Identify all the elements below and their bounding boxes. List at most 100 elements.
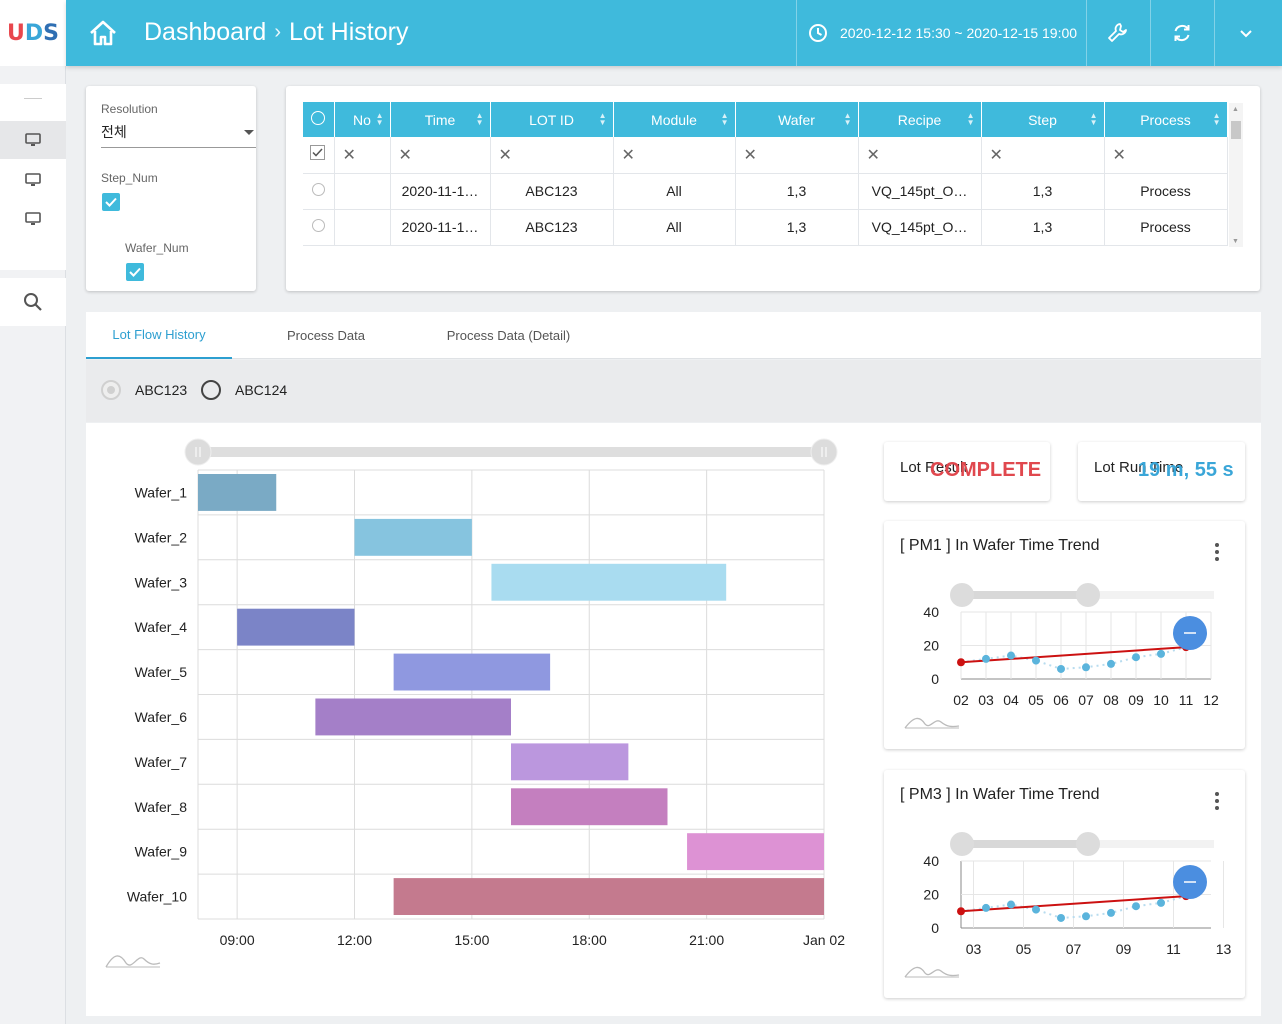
step-num-checkbox[interactable] <box>102 193 120 211</box>
y-tick-label: 20 <box>923 638 939 654</box>
clear-filter-icon[interactable]: ✕ <box>1104 137 1228 174</box>
cell-module: All <box>613 173 736 210</box>
column-header[interactable]: Recipe ▲ ▼ <box>858 102 982 137</box>
cell-step: 1,3 <box>981 173 1105 210</box>
scroll-up-icon[interactable]: ▲ <box>1232 106 1239 113</box>
data-point <box>1032 905 1040 914</box>
filter-row: ✕ ✕ ✕ ✕ ✕ ✕ ✕ ✕ <box>303 137 1228 174</box>
sort-icon[interactable]: ▲ ▼ <box>967 112 975 127</box>
sort-icon[interactable]: ▲ ▼ <box>844 112 852 127</box>
y-tick-label: 0 <box>931 920 939 936</box>
gantt-bar[interactable] <box>237 608 355 646</box>
column-header[interactable]: Time ▲ ▼ <box>390 102 491 137</box>
search-button[interactable] <box>0 283 66 321</box>
clear-filter-icon[interactable]: ✕ <box>981 137 1105 174</box>
column-header[interactable]: No ▲ ▼ <box>334 102 391 137</box>
cell-process: Process <box>1104 173 1228 210</box>
clear-filter-icon[interactable]: ✕ <box>334 137 391 174</box>
menu-dropdown-button[interactable] <box>1214 0 1278 66</box>
filter-checkbox[interactable] <box>303 137 335 174</box>
cell-recipe: VQ_145pt_O… <box>858 209 982 246</box>
select-all-radio[interactable] <box>303 102 335 137</box>
clear-filter-icon[interactable]: ✕ <box>735 137 859 174</box>
lot-option-abc124[interactable]: ABC124 <box>201 380 287 400</box>
wafer-num-checkbox[interactable] <box>126 263 144 281</box>
scroll-down-icon[interactable]: ▼ <box>1232 238 1239 245</box>
cell-module: All <box>613 209 736 246</box>
trend-line <box>960 646 1187 664</box>
column-header[interactable]: Module ▲ ▼ <box>613 102 736 137</box>
column-header[interactable]: Process ▲ ▼ <box>1104 102 1228 137</box>
sort-icon[interactable]: ▲ ▼ <box>376 112 384 127</box>
gantt-bar[interactable] <box>354 518 472 556</box>
x-tick-label: 21:00 <box>689 932 724 948</box>
x-tick-label: Jan 02 <box>803 932 845 948</box>
rail-item-monitor-3[interactable] <box>0 200 66 238</box>
column-header[interactable]: LOT ID ▲ ▼ <box>490 102 614 137</box>
tab-process-data-detail[interactable]: Process Data (Detail) <box>416 312 601 359</box>
sort-icon[interactable]: ▲ ▼ <box>599 112 607 127</box>
monitor-icon <box>25 133 41 146</box>
gantt-zoom-slider[interactable] <box>184 438 838 466</box>
gantt-bar[interactable] <box>511 743 629 781</box>
column-header[interactable]: Step ▲ ▼ <box>981 102 1105 137</box>
zoom-handle-left[interactable] <box>184 438 212 466</box>
tab-lot-flow-history[interactable]: Lot Flow History <box>86 312 232 359</box>
x-tick-label: 10 <box>1153 692 1169 708</box>
gantt-bar[interactable] <box>315 698 511 736</box>
resolution-select[interactable]: 전체 <box>101 122 256 148</box>
x-tick-label: 08 <box>1103 692 1119 708</box>
gantt-bar[interactable] <box>198 474 277 511</box>
rail-item-monitor-1[interactable] <box>0 121 66 159</box>
date-range[interactable]: 2020-12-12 15:30 ~ 2020-12-15 19:00 <box>808 0 1077 66</box>
gantt-bar[interactable] <box>511 788 668 826</box>
logo[interactable]: UDS <box>0 0 66 66</box>
x-tick-label: 13 <box>1216 941 1232 957</box>
refresh-button[interactable] <box>1150 0 1214 66</box>
gantt-bar[interactable] <box>491 563 727 601</box>
app-root: UDS Dashboard › Lot History 2020-12-12 1… <box>0 0 1282 1024</box>
table-row[interactable]: 2020-11-1… ABC123 All 1,3 VQ_145pt_O… 1,… <box>303 209 1228 246</box>
zoom-handle-right[interactable] <box>810 438 838 466</box>
check-icon <box>105 197 117 207</box>
clear-filter-icon[interactable]: ✕ <box>858 137 982 174</box>
gantt-bar[interactable] <box>393 878 824 915</box>
sort-icon[interactable]: ▲ ▼ <box>476 112 484 127</box>
data-point <box>1057 664 1065 673</box>
sort-icon[interactable]: ▲ ▼ <box>1090 112 1098 127</box>
breadcrumb-root[interactable]: Dashboard <box>144 18 266 47</box>
row-radio[interactable] <box>303 209 335 246</box>
zoom-handle-right[interactable] <box>1076 832 1100 856</box>
row-radio[interactable] <box>303 173 335 210</box>
clear-filter-icon[interactable]: ✕ <box>613 137 736 174</box>
table-row[interactable]: 2020-11-1… ABC123 All 1,3 VQ_145pt_O… 1,… <box>303 173 1228 210</box>
step-num-label: Step_Num <box>101 171 158 185</box>
x-tick-label: 15:00 <box>454 932 489 948</box>
navigator-icon <box>105 955 161 968</box>
wafer-label: Wafer_2 <box>135 529 188 545</box>
zoom-handle-left[interactable] <box>950 583 974 607</box>
lot-option-abc123[interactable]: ABC123 <box>101 380 187 400</box>
rail-menu <box>0 84 66 270</box>
rail-item-monitor-2[interactable] <box>0 161 66 199</box>
rail-divider <box>24 98 42 99</box>
resolution-label: Resolution <box>101 102 158 116</box>
scrollbar-thumb[interactable] <box>1231 121 1241 139</box>
pm1-trend-chart: 0 20 40 02 03 04 05 06 07 08 09 10 11 12 <box>904 583 1219 729</box>
gantt-bar[interactable] <box>393 653 551 691</box>
zoom-handle-left[interactable] <box>950 832 974 856</box>
gantt-bar[interactable] <box>687 833 824 871</box>
column-header[interactable]: Wafer ▲ ▼ <box>735 102 859 137</box>
table-scrollbar[interactable]: ▲ ▼ <box>1229 103 1243 247</box>
settings-button[interactable] <box>1086 0 1150 66</box>
clear-filter-icon[interactable]: ✕ <box>390 137 491 174</box>
sort-icon[interactable]: ▲ ▼ <box>721 112 729 127</box>
tab-process-data[interactable]: Process Data <box>246 312 406 359</box>
zoom-handle-right[interactable] <box>1076 583 1100 607</box>
sort-icon[interactable]: ▲ ▼ <box>1213 112 1221 127</box>
cell-wafer: 1,3 <box>735 209 859 246</box>
cell-time: 2020-11-1… <box>390 173 491 210</box>
y-tick-label: 0 <box>931 671 939 687</box>
home-icon[interactable] <box>88 19 118 47</box>
clear-filter-icon[interactable]: ✕ <box>490 137 614 174</box>
